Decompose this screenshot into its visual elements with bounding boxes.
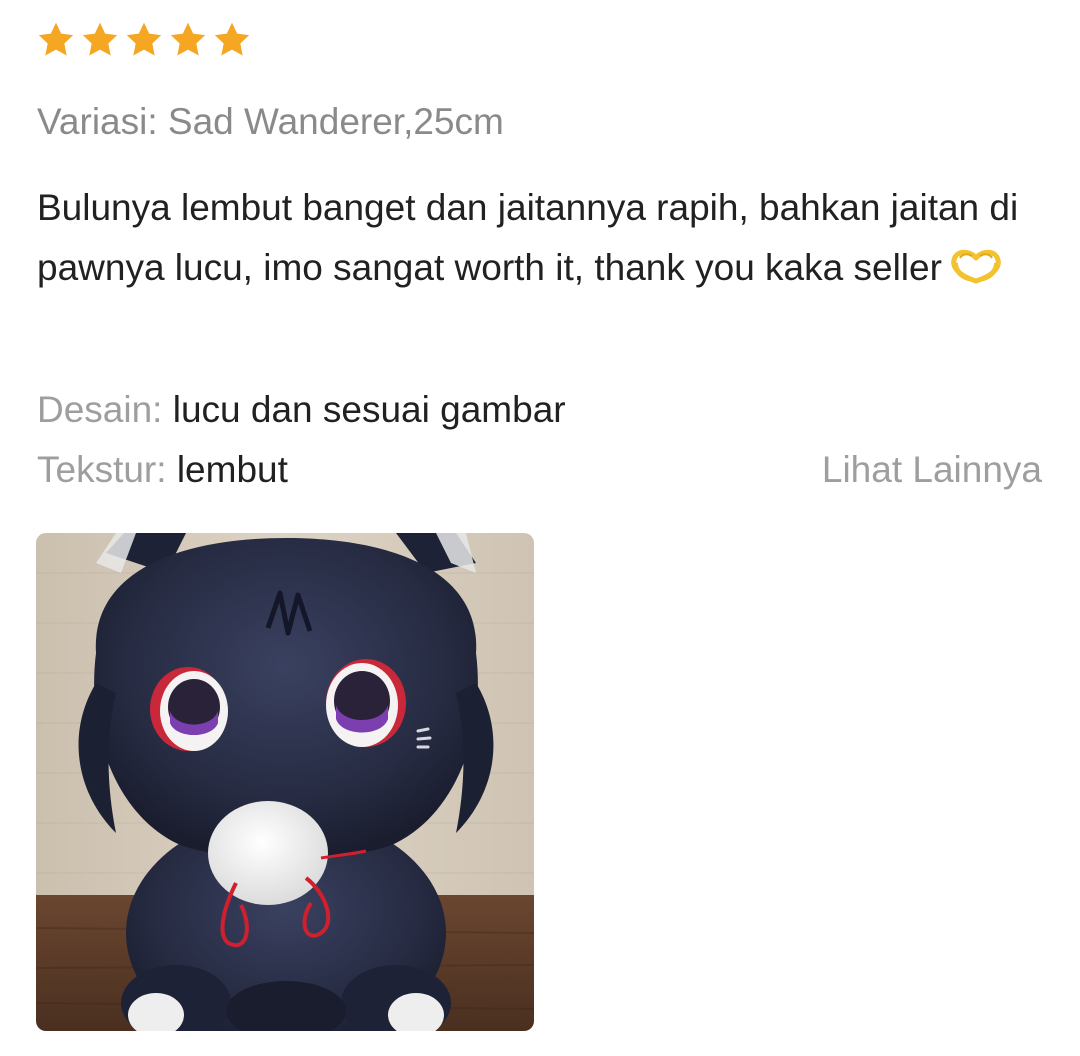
star-icon [126,22,162,56]
variation-label: Variasi: [37,101,158,142]
attribute-texture-value: lembut [176,449,288,490]
heart-hands-emoji-icon [951,249,1001,284]
attribute-design-value: lucu dan sesuai gambar [172,389,566,430]
review-comment: Bulunya lembut banget dan jaitannya rapi… [37,178,1037,298]
star-icon [82,22,118,56]
star-rating [36,20,252,60]
see-more-link[interactable]: Lihat Lainnya [822,446,1042,494]
variation-info: Variasi: Sad Wanderer,25cm [37,98,504,146]
attribute-design-label: Desain: [37,389,163,430]
attribute-texture: Tekstur: lembut [37,446,288,494]
star-icon [38,22,74,56]
variation-value: Sad Wanderer,25cm [167,101,504,142]
attribute-texture-label: Tekstur: [37,449,167,490]
star-icon [170,22,206,56]
review-photo[interactable] [36,533,534,1031]
attribute-design: Desain: lucu dan sesuai gambar [37,386,566,434]
star-icon [214,22,250,56]
review-comment-text: Bulunya lembut banget dan jaitannya rapi… [37,187,1019,288]
plush-cat-photo-image [36,533,534,1031]
review-card: Variasi: Sad Wanderer,25cm Bulunya lembu… [0,0,1080,1056]
